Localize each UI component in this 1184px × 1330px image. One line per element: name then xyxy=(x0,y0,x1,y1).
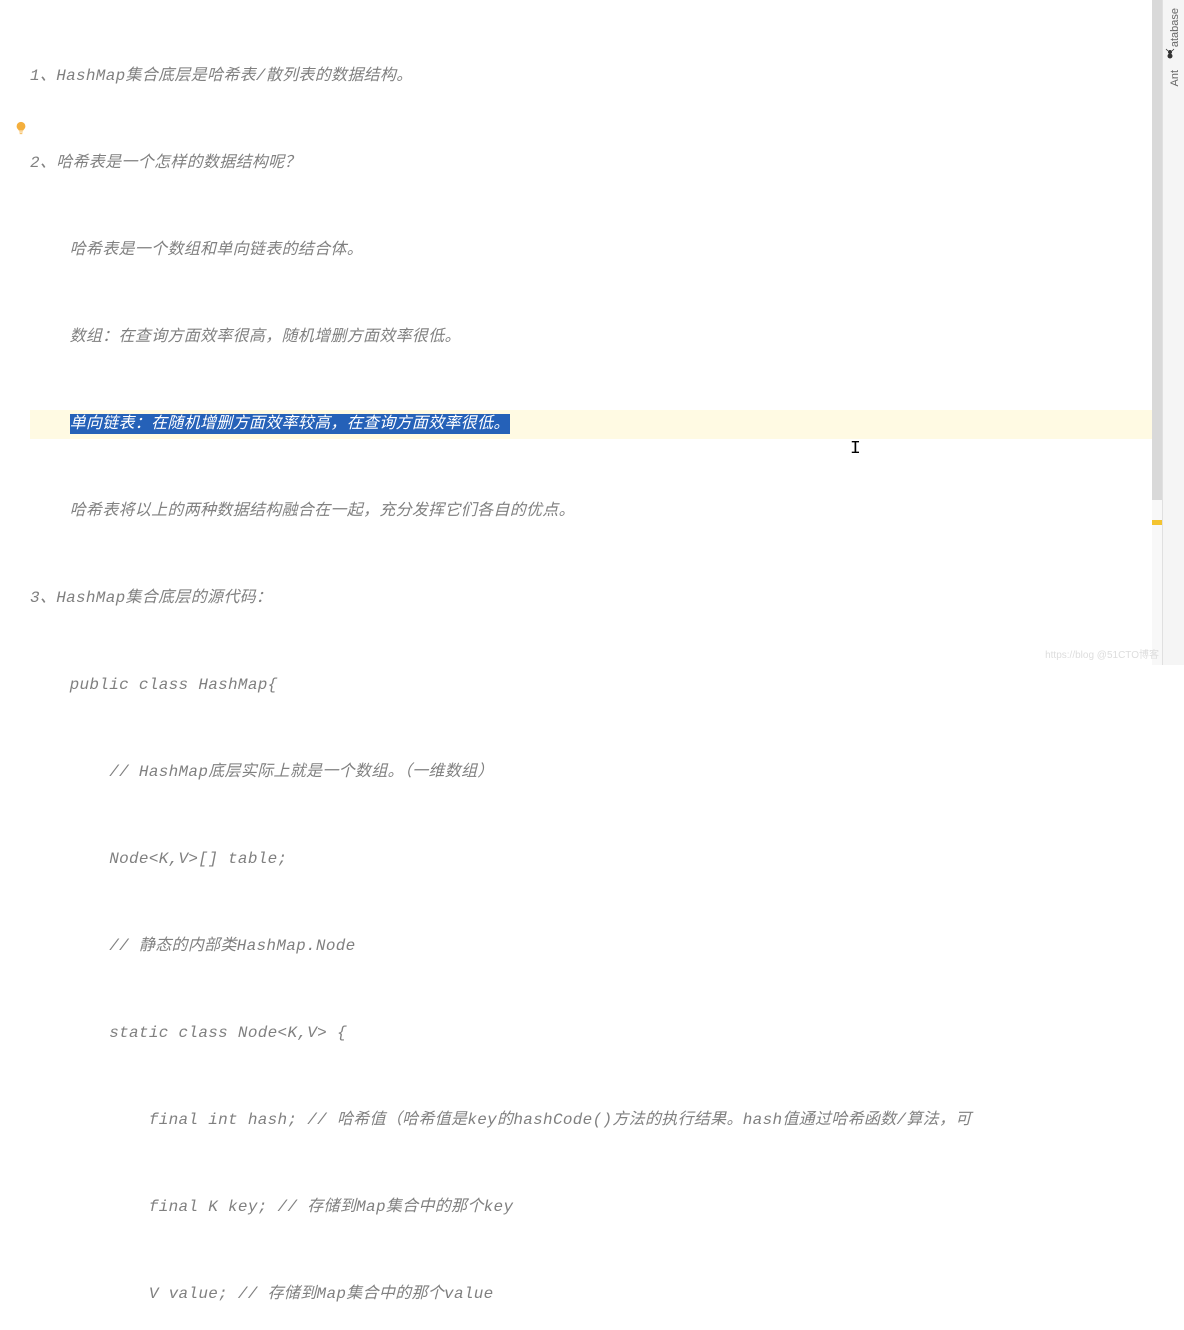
code-line: static class Node<K,V> { xyxy=(30,1019,1162,1048)
sidebar-tab-database[interactable]: atabase xyxy=(1166,0,1184,55)
sidebar-tab-ant[interactable]: Ant xyxy=(1166,62,1184,95)
editor-container: 1、HashMap集合底层是哈希表/散列表的数据结构。 2、哈希表是一个怎样的数… xyxy=(0,0,1184,665)
right-sidebar: atabase Ant xyxy=(1162,0,1184,665)
code-line: 3、HashMap集合底层的源代码： xyxy=(30,584,1162,613)
code-line: 哈希表将以上的两种数据结构融合在一起，充分发挥它们各自的优点。 xyxy=(30,497,1162,526)
text-cursor-icon: I xyxy=(850,435,861,464)
code-line: 哈希表是一个数组和单向链表的结合体。 xyxy=(30,236,1162,265)
code-line: final K key; // 存储到Map集合中的那个key xyxy=(30,1193,1162,1222)
code-line: 数组：在查询方面效率很高，随机增删方面效率很低。 xyxy=(30,323,1162,352)
selected-text: 单向链表：在随机增删方面效率较高，在查询方面效率很低。 xyxy=(70,414,510,434)
code-editor[interactable]: 1、HashMap集合底层是哈希表/散列表的数据结构。 2、哈希表是一个怎样的数… xyxy=(30,0,1162,665)
code-line: // 静态的内部类HashMap.Node xyxy=(30,932,1162,961)
lightbulb-icon[interactable] xyxy=(14,121,28,135)
watermark: https://blog @51CTO博客 xyxy=(1045,646,1159,661)
code-line: public class HashMap{ xyxy=(30,671,1162,700)
code-line: V value; // 存储到Map集合中的那个value xyxy=(30,1280,1162,1309)
scrollbar-marker xyxy=(1152,520,1162,525)
scrollbar-track[interactable] xyxy=(1152,0,1162,665)
code-line: final int hash; // 哈希值（哈希值是key的hashCode(… xyxy=(30,1106,1162,1135)
code-line: 2、哈希表是一个怎样的数据结构呢？ xyxy=(30,149,1162,178)
code-line: 1、HashMap集合底层是哈希表/散列表的数据结构。 xyxy=(30,62,1162,91)
code-line: Node<K,V>[] table; xyxy=(30,845,1162,874)
gutter xyxy=(0,0,30,665)
code-line: // HashMap底层实际上就是一个数组。（一维数组） xyxy=(30,758,1162,787)
scrollbar-thumb[interactable] xyxy=(1152,0,1162,500)
ant-icon xyxy=(1167,48,1179,60)
highlighted-code-line: 单向链表：在随机增删方面效率较高，在查询方面效率很低。 xyxy=(30,410,1162,439)
